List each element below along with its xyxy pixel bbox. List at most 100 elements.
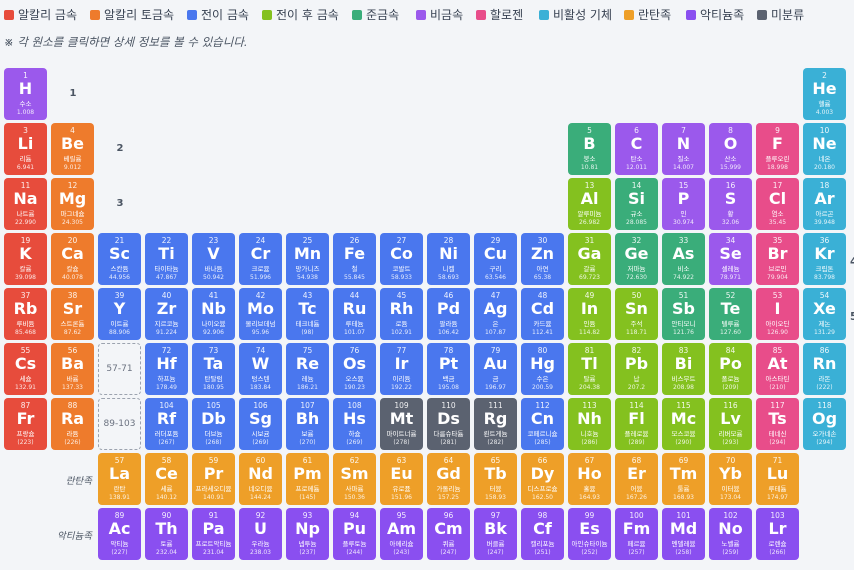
element-cell-cl[interactable]: 17 Cl 염소 35.45 [756,178,799,230]
element-cell-ge[interactable]: 32 Ge 저마늄 72.630 [615,233,658,285]
element-cell-i[interactable]: 53 I 아이오딘 126.90 [756,288,799,340]
element-cell-bi[interactable]: 83 Bi 비스무트 208.98 [662,343,705,395]
element-cell-te[interactable]: 52 Te 텔루륨 127.60 [709,288,752,340]
element-cell-pr[interactable]: 59 Pr 프라세오디뮴 140.91 [192,453,235,505]
element-cell-cm[interactable]: 96 Cm 퀴륨 (247) [427,508,470,560]
element-cell-th[interactable]: 90 Th 토륨 232.04 [145,508,188,560]
element-cell-ni[interactable]: 28 Ni 니켈 58.693 [427,233,470,285]
element-cell-no[interactable]: 102 No 노벨륨 (259) [709,508,752,560]
element-cell-tm[interactable]: 69 Tm 툴륨 168.93 [662,453,705,505]
element-cell-h[interactable]: 1 H 수소 1.008 [4,68,47,120]
element-cell-al[interactable]: 13 Al 알루미늄 26.982 [568,178,611,230]
element-cell-in[interactable]: 49 In 인듐 114.82 [568,288,611,340]
element-cell-cs[interactable]: 55 Cs 세슘 132.91 [4,343,47,395]
element-cell-mc[interactable]: 115 Mc 모스코븀 (290) [662,398,705,450]
element-cell-w[interactable]: 74 W 텅스텐 183.84 [239,343,282,395]
element-cell-cr[interactable]: 24 Cr 크로뮴 51.996 [239,233,282,285]
element-cell-s[interactable]: 16 S 황 32.06 [709,178,752,230]
element-cell-cf[interactable]: 98 Cf 캘리포늄 (251) [521,508,564,560]
element-cell-pb[interactable]: 82 Pb 납 207.2 [615,343,658,395]
element-cell-ra[interactable]: 88 Ra 라듐 (226) [51,398,94,450]
element-cell-zr[interactable]: 40 Zr 지르코늄 91.224 [145,288,188,340]
element-cell-pu[interactable]: 94 Pu 플루토늄 (244) [333,508,376,560]
element-cell-fl[interactable]: 114 Fl 플레로븀 (289) [615,398,658,450]
element-cell-na[interactable]: 11 Na 나트륨 22.990 [4,178,47,230]
element-cell-au[interactable]: 79 Au 금 196.97 [474,343,517,395]
element-cell-se[interactable]: 34 Se 셀레늄 78.971 [709,233,752,285]
element-cell-y[interactable]: 39 Y 이트륨 88.906 [98,288,141,340]
element-cell-li[interactable]: 3 Li 리튬 6.941 [4,123,47,175]
element-cell-sg[interactable]: 106 Sg 시보귬 (269) [239,398,282,450]
element-cell-re[interactable]: 75 Re 레늄 186.21 [286,343,329,395]
element-cell-ba[interactable]: 56 Ba 바륨 137.33 [51,343,94,395]
element-cell-ts[interactable]: 117 Ts 테네신 (294) [756,398,799,450]
element-cell-fm[interactable]: 100 Fm 페르뮴 (257) [615,508,658,560]
element-cell-eu[interactable]: 63 Eu 유로퓸 151.96 [380,453,423,505]
element-cell-bk[interactable]: 97 Bk 버클륨 (247) [474,508,517,560]
element-cell-co[interactable]: 27 Co 코발트 58.933 [380,233,423,285]
element-cell-as[interactable]: 33 As 비소 74.922 [662,233,705,285]
element-cell-lr[interactable]: 103 Lr 로렌슘 (266) [756,508,799,560]
element-cell-rf[interactable]: 104 Rf 러더포듐 (267) [145,398,188,450]
element-cell-pa[interactable]: 91 Pa 프로트악티늄 231.04 [192,508,235,560]
element-cell-ac[interactable]: 89 Ac 악티늄 (227) [98,508,141,560]
element-cell-er[interactable]: 68 Er 어븀 167.26 [615,453,658,505]
element-cell-mn[interactable]: 25 Mn 망가니즈 54.938 [286,233,329,285]
element-cell-nh[interactable]: 113 Nh 니호늄 (286) [568,398,611,450]
element-cell-es[interactable]: 99 Es 아인슈타이늄 (252) [568,508,611,560]
element-cell-lv[interactable]: 116 Lv 리버모륨 (293) [709,398,752,450]
element-cell-la[interactable]: 57 La 란탄 138.91 [98,453,141,505]
element-cell-pd[interactable]: 46 Pd 팔라듐 106.42 [427,288,470,340]
element-cell-ne[interactable]: 10 Ne 네온 20.180 [803,123,846,175]
element-cell-yb[interactable]: 70 Yb 이터븀 173.04 [709,453,752,505]
element-cell-gd[interactable]: 64 Gd 가돌리늄 157.25 [427,453,470,505]
element-cell-nd[interactable]: 60 Nd 네오디뮴 144.24 [239,453,282,505]
element-cell-br[interactable]: 35 Br 브로민 79.904 [756,233,799,285]
element-cell-v[interactable]: 23 V 바나듐 50.942 [192,233,235,285]
element-cell-xe[interactable]: 54 Xe 제논 131.29 [803,288,846,340]
element-cell-dy[interactable]: 66 Dy 디스프로슘 162.50 [521,453,564,505]
element-cell-ce[interactable]: 58 Ce 세륨 140.12 [145,453,188,505]
element-cell-c[interactable]: 6 C 탄소 12.011 [615,123,658,175]
element-cell-mg[interactable]: 12 Mg 마그네슘 24.305 [51,178,94,230]
element-cell-np[interactable]: 93 Np 넵투늄 (237) [286,508,329,560]
element-cell-hf[interactable]: 72 Hf 하프늄 178.49 [145,343,188,395]
element-cell-rg[interactable]: 111 Rg 뢴트게늄 (282) [474,398,517,450]
element-cell-bh[interactable]: 107 Bh 보륨 (270) [286,398,329,450]
element-cell-si[interactable]: 14 Si 규소 28.085 [615,178,658,230]
element-cell-am[interactable]: 95 Am 아메리슘 (243) [380,508,423,560]
element-cell-ta[interactable]: 73 Ta 탄탈럼 180.95 [192,343,235,395]
element-cell-tc[interactable]: 43 Tc 테크네튬 (98) [286,288,329,340]
element-cell-lu[interactable]: 71 Lu 루테튬 174.97 [756,453,799,505]
element-cell-sm[interactable]: 62 Sm 사마륨 150.36 [333,453,376,505]
element-cell-b[interactable]: 5 B 붕소 10.81 [568,123,611,175]
element-cell-og[interactable]: 118 Og 오가네손 (294) [803,398,846,450]
element-cell-sr[interactable]: 38 Sr 스트론튬 87.62 [51,288,94,340]
element-cell-mo[interactable]: 42 Mo 몰리브데넘 95.96 [239,288,282,340]
element-cell-o[interactable]: 8 O 산소 15.999 [709,123,752,175]
element-cell-ir[interactable]: 77 Ir 이리듐 192.22 [380,343,423,395]
element-cell-zn[interactable]: 30 Zn 아연 65.38 [521,233,564,285]
element-cell-os[interactable]: 76 Os 오스뮴 190.23 [333,343,376,395]
element-cell-he[interactable]: 2 He 헬륨 4.003 [803,68,846,120]
element-cell-sb[interactable]: 51 Sb 안티모니 121.76 [662,288,705,340]
element-cell-fr[interactable]: 87 Fr 프랑슘 (223) [4,398,47,450]
element-cell-p[interactable]: 15 P 인 30.974 [662,178,705,230]
element-cell-ga[interactable]: 31 Ga 갈륨 69.723 [568,233,611,285]
element-cell-cn[interactable]: 112 Cn 코페르니슘 (285) [521,398,564,450]
element-cell-hg[interactable]: 80 Hg 수은 200.59 [521,343,564,395]
element-cell-pt[interactable]: 78 Pt 백금 195.08 [427,343,470,395]
element-cell-u[interactable]: 92 U 우라늄 238.03 [239,508,282,560]
element-cell-fe[interactable]: 26 Fe 철 55.845 [333,233,376,285]
element-cell-sn[interactable]: 50 Sn 주석 118.71 [615,288,658,340]
element-cell-f[interactable]: 9 F 플루오린 18.998 [756,123,799,175]
element-cell-k[interactable]: 19 K 칼륨 39.098 [4,233,47,285]
element-cell-hs[interactable]: 108 Hs 하슘 (269) [333,398,376,450]
element-cell-rh[interactable]: 45 Rh 로듐 102.91 [380,288,423,340]
element-cell-at[interactable]: 85 At 아스타틴 (210) [756,343,799,395]
element-cell-ho[interactable]: 67 Ho 홀뮴 164.93 [568,453,611,505]
element-cell-mt[interactable]: 109 Mt 마이트너륨 (278) [380,398,423,450]
element-cell-ru[interactable]: 44 Ru 루테늄 101.07 [333,288,376,340]
element-cell-ag[interactable]: 47 Ag 은 107.87 [474,288,517,340]
element-cell-nb[interactable]: 41 Nb 나이오븀 92.906 [192,288,235,340]
